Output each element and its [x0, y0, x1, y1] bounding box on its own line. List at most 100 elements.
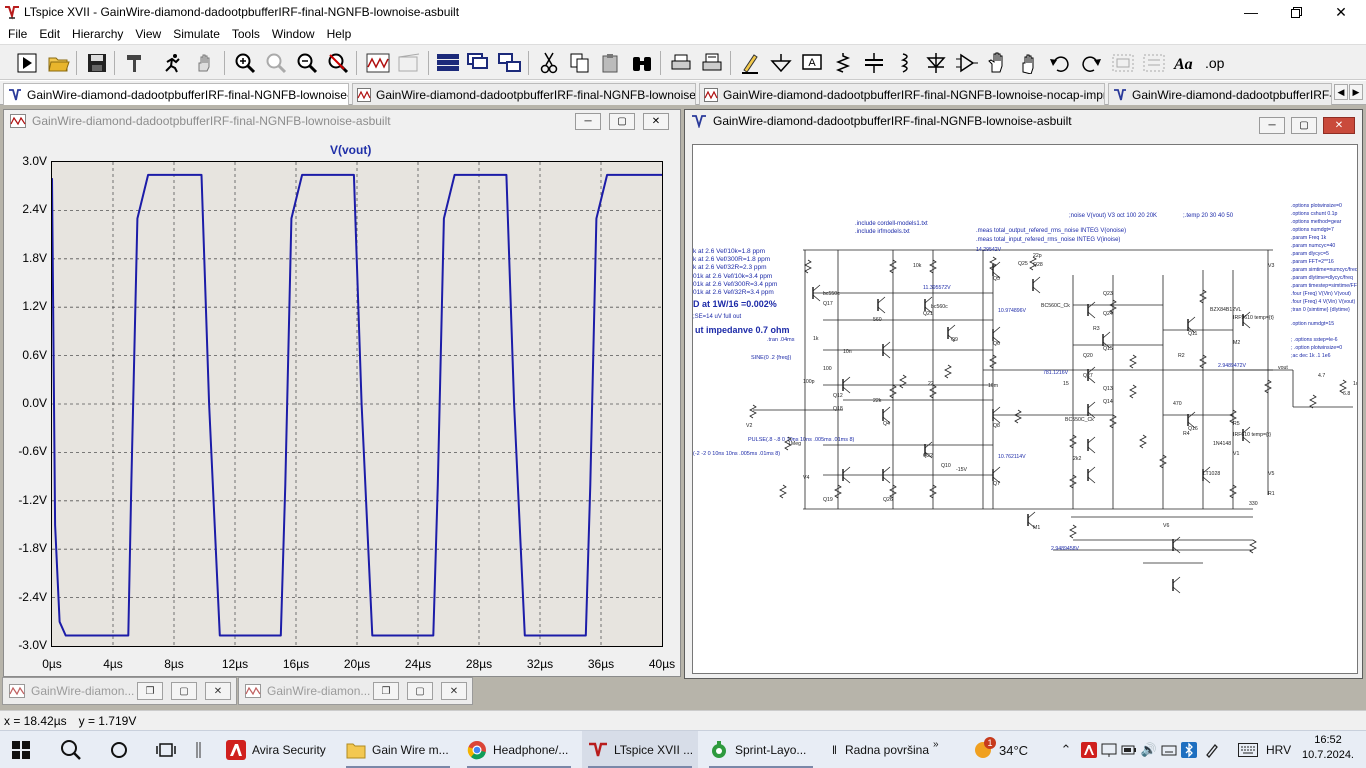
resistor-symbol[interactable]: [899, 374, 907, 389]
taskbar-explorer[interactable]: Gain Wire m...: [340, 731, 456, 768]
schematic-maximize-button[interactable]: ▢: [1291, 117, 1317, 134]
paste-button[interactable]: [598, 50, 624, 76]
menu-hierarchy[interactable]: Hierarchy: [66, 27, 129, 41]
transistor-symbol[interactable]: [1087, 301, 1096, 319]
run-animation-button[interactable]: [160, 50, 186, 76]
plot-maximize-button[interactable]: ▢: [609, 113, 635, 130]
component-button[interactable]: [954, 50, 980, 76]
avira-tray-icon[interactable]: [1080, 740, 1098, 760]
diode-button[interactable]: [923, 50, 949, 76]
plot-close-button[interactable]: ✕: [643, 113, 669, 130]
control-panel-button[interactable]: [122, 50, 148, 76]
resistor-symbol[interactable]: [1069, 524, 1077, 539]
start-button[interactable]: [12, 731, 40, 768]
cascade-button[interactable]: [466, 50, 492, 76]
tab-scroll-right[interactable]: ▶: [1349, 84, 1363, 100]
minimized-maximize-button[interactable]: ▢: [171, 682, 197, 700]
chevron-up-icon[interactable]: ⌃: [1057, 740, 1075, 760]
tab-scroll-left[interactable]: ◀: [1334, 84, 1348, 100]
taskbar-chrome[interactable]: Headphone/...: [461, 731, 577, 768]
restore-button[interactable]: [1273, 0, 1319, 24]
close-all-button[interactable]: [497, 50, 523, 76]
network-icon[interactable]: [1100, 740, 1118, 760]
autorange-button[interactable]: [365, 50, 391, 76]
schematic-close-button[interactable]: ✕: [1323, 117, 1355, 134]
resistor-symbol[interactable]: [779, 484, 787, 499]
transistor-symbol[interactable]: [1172, 536, 1181, 554]
resistor-symbol[interactable]: [944, 364, 952, 379]
resistor-button[interactable]: [830, 50, 856, 76]
zoom-fit-button[interactable]: [325, 50, 351, 76]
menu-help[interactable]: Help: [321, 27, 358, 41]
minimized-close-button[interactable]: ✕: [205, 682, 231, 700]
label-net-button[interactable]: A: [799, 50, 825, 76]
zoom-out-button[interactable]: [294, 50, 320, 76]
draft-mode-button[interactable]: [396, 50, 422, 76]
transistor-symbol[interactable]: [877, 296, 886, 314]
weather-widget[interactable]: 1 34°C: [973, 731, 1043, 768]
transistor-symbol[interactable]: [1087, 466, 1096, 484]
transistor-symbol[interactable]: [1087, 436, 1096, 454]
clock[interactable]: 16:52 10.7.2024.: [1300, 733, 1356, 763]
menu-file[interactable]: File: [2, 27, 33, 41]
menu-view[interactable]: View: [129, 27, 167, 41]
trace-label[interactable]: V(vout): [330, 143, 371, 157]
run-button[interactable]: [14, 50, 40, 76]
rotate-button[interactable]: [1110, 50, 1136, 76]
resistor-symbol[interactable]: [1129, 354, 1137, 369]
taskbar-ltspice[interactable]: LTspice XVII ...: [582, 731, 698, 768]
plot-pane[interactable]: [51, 161, 663, 647]
menu-window[interactable]: Window: [266, 27, 321, 41]
schematic-minimize-button[interactable]: ─: [1259, 117, 1285, 134]
transistor-symbol[interactable]: [1172, 576, 1181, 594]
undo-button[interactable]: [1047, 50, 1073, 76]
keyboard-icon[interactable]: [1160, 740, 1178, 760]
menu-tools[interactable]: Tools: [226, 27, 266, 41]
taskbar-sprint[interactable]: Sprint-Layo...: [703, 731, 819, 768]
menu-simulate[interactable]: Simulate: [167, 27, 226, 41]
resistor-symbol[interactable]: [804, 259, 812, 274]
move-button[interactable]: [985, 50, 1011, 76]
transistor-symbol[interactable]: [1087, 401, 1096, 419]
resistor-symbol[interactable]: [1139, 434, 1147, 449]
ground-button[interactable]: [768, 50, 794, 76]
minimized-maximize-button[interactable]: ▢: [407, 682, 433, 700]
spice-directive-button[interactable]: .op: [1203, 50, 1229, 76]
resistor-symbol[interactable]: [1129, 384, 1137, 399]
minimized-window-2[interactable]: GainWire-diamon... ❐ ▢ ✕: [238, 677, 473, 705]
cut-button[interactable]: [536, 50, 562, 76]
resistor-symbol[interactable]: [749, 404, 757, 419]
tab-waveform-asbuilt[interactable]: GainWire-diamond-dadootpbufferIRF-final-…: [352, 83, 696, 105]
draw-wire-button[interactable]: [737, 50, 763, 76]
print-setup-button[interactable]: [699, 50, 725, 76]
copy-button[interactable]: [567, 50, 593, 76]
resistor-symbol[interactable]: [1014, 409, 1022, 424]
mirror-button[interactable]: [1141, 50, 1167, 76]
transistor-symbol[interactable]: [1032, 276, 1041, 294]
zoom-in-button[interactable]: [232, 50, 258, 76]
minimized-close-button[interactable]: ✕: [441, 682, 467, 700]
tile-horizontal-button[interactable]: [435, 50, 461, 76]
inductor-button[interactable]: [892, 50, 918, 76]
tab-schematic-asbuilt[interactable]: GainWire-diamond-dadootpbufferIRF-final-…: [3, 83, 349, 105]
minimized-window-1[interactable]: GainWire-diamon... ❐ ▢ ✕: [2, 677, 237, 705]
taskbar-avira[interactable]: Avira Security: [222, 731, 332, 768]
tab-schematic-lowr[interactable]: GainWire-diamond-dadootpbufferIRF-final-…: [1108, 83, 1332, 105]
touch-keyboard-icon[interactable]: [1237, 740, 1259, 760]
taskbar-desktop-toolbar[interactable]: ‖ Radna površina »: [830, 731, 950, 768]
tab-waveform-nocap[interactable]: GainWire-diamond-dadootpbufferIRF-final-…: [699, 83, 1105, 105]
drag-button[interactable]: [1016, 50, 1042, 76]
bluetooth-icon[interactable]: [1180, 740, 1198, 760]
text-button[interactable]: Aa: [1172, 50, 1198, 76]
menu-edit[interactable]: Edit: [33, 27, 66, 41]
language-indicator[interactable]: HRV: [1266, 731, 1296, 768]
minimized-restore-button[interactable]: ❐: [373, 682, 399, 700]
redo-button[interactable]: [1078, 50, 1104, 76]
plot-minimize-button[interactable]: ─: [575, 113, 601, 130]
open-button[interactable]: [46, 50, 72, 76]
schematic-canvas[interactable]: .include cordell-models1.txt .include irf…: [692, 144, 1358, 674]
halt-button[interactable]: [192, 50, 218, 76]
pan-button[interactable]: [263, 50, 289, 76]
search-button[interactable]: [60, 731, 88, 768]
resistor-symbol[interactable]: [1249, 539, 1257, 554]
